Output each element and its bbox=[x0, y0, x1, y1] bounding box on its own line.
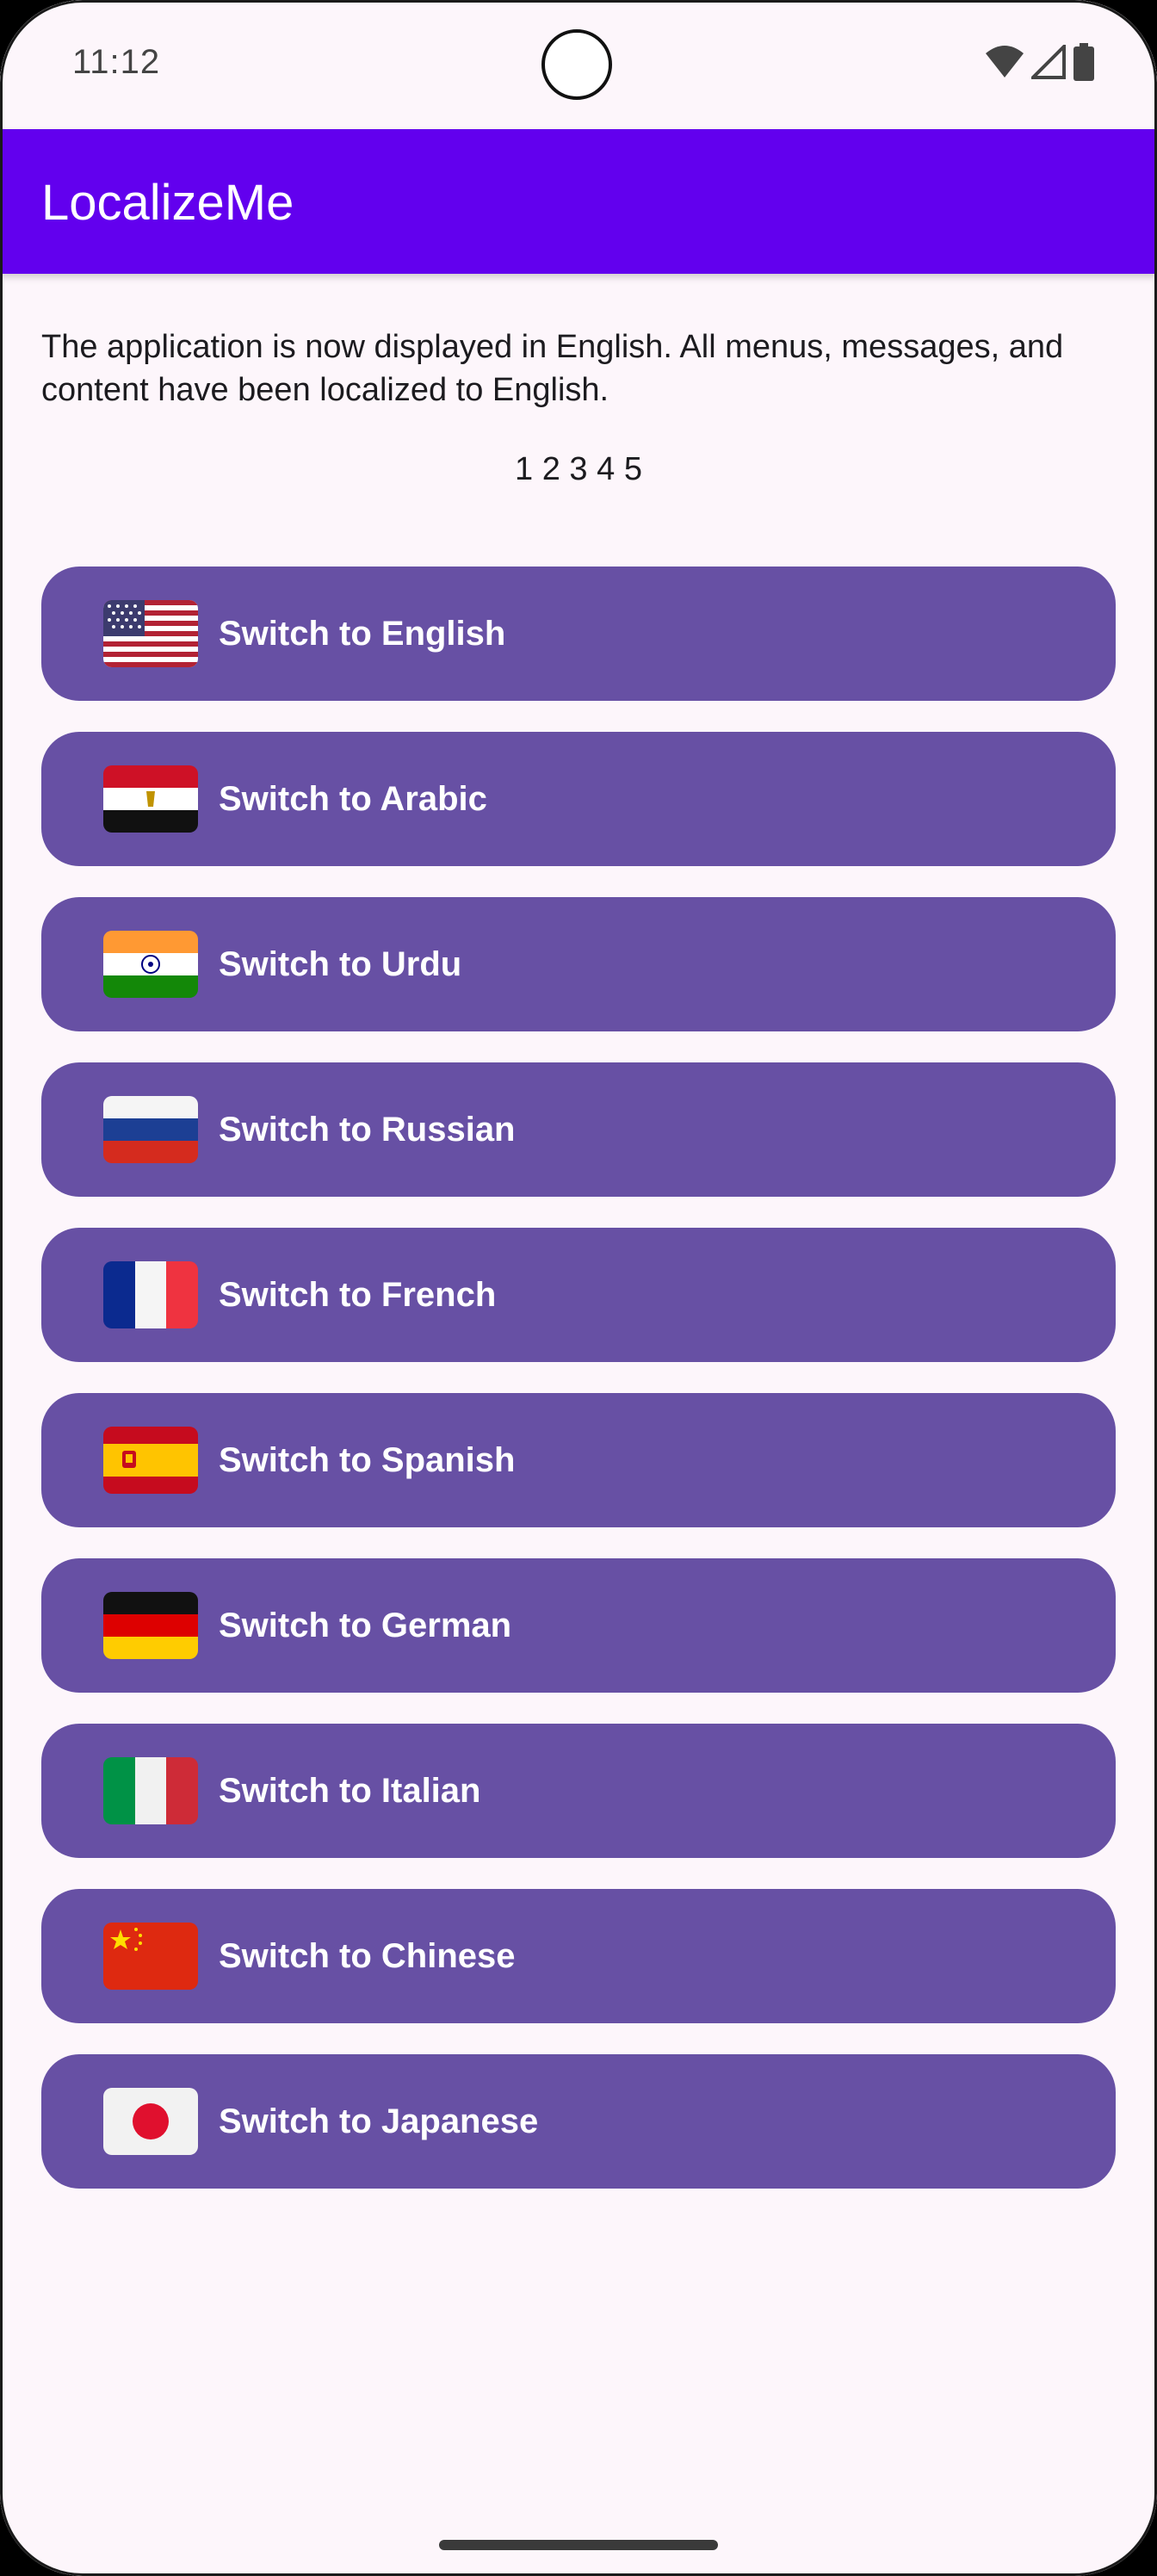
status-time: 11:12 bbox=[72, 43, 161, 81]
italian-button-label: Switch to Italian bbox=[219, 1771, 481, 1810]
chinese-button-label: Switch to Chinese bbox=[219, 1936, 516, 1975]
switch-to-german-button[interactable]: Switch to German bbox=[41, 1558, 1116, 1693]
flag-russia-icon bbox=[103, 1096, 198, 1163]
phone-screen: 11:12 LocalizeMe The application is now … bbox=[0, 0, 1157, 2576]
cell-signal-icon bbox=[1029, 41, 1066, 84]
counter-text: 1 2 3 4 5 bbox=[515, 451, 642, 487]
german-button-label: Switch to German bbox=[219, 1606, 512, 1644]
switch-to-chinese-button[interactable]: Switch to Chinese bbox=[41, 1889, 1116, 2023]
switch-to-urdu-button[interactable]: Switch to Urdu bbox=[41, 897, 1116, 1031]
flag-us-icon bbox=[103, 600, 198, 667]
status-icons bbox=[985, 41, 1095, 85]
switch-to-arabic-button[interactable]: Switch to Arabic bbox=[41, 732, 1116, 866]
battery-icon bbox=[1073, 42, 1095, 85]
flag-china-icon bbox=[103, 1923, 198, 1990]
switch-to-japanese-button[interactable]: Switch to Japanese bbox=[41, 2054, 1116, 2189]
switch-to-french-button[interactable]: Switch to French bbox=[41, 1228, 1116, 1362]
switch-to-spanish-button[interactable]: Switch to Spanish bbox=[41, 1393, 1116, 1527]
wifi-icon bbox=[985, 45, 1024, 84]
home-gesture-bar[interactable] bbox=[439, 2540, 718, 2550]
switch-to-english-button[interactable]: Switch to English bbox=[41, 567, 1116, 701]
flag-france-icon bbox=[103, 1261, 198, 1328]
french-button-label: Switch to French bbox=[219, 1275, 497, 1314]
flag-spain-icon bbox=[103, 1427, 198, 1494]
app-title: LocalizeMe bbox=[41, 175, 294, 231]
switch-to-italian-button[interactable]: Switch to Italian bbox=[41, 1724, 1116, 1858]
app-bar: LocalizeMe bbox=[0, 129, 1157, 274]
flag-italy-icon bbox=[103, 1757, 198, 1824]
english-button-label: Switch to English bbox=[219, 614, 506, 653]
status-bar: 11:12 bbox=[0, 0, 1157, 129]
flag-india-icon bbox=[103, 931, 198, 998]
russian-button-label: Switch to Russian bbox=[219, 1110, 516, 1149]
urdu-button-label: Switch to Urdu bbox=[219, 944, 462, 983]
arabic-button-label: Switch to Arabic bbox=[219, 779, 487, 818]
japanese-button-label: Switch to Japanese bbox=[219, 2102, 539, 2140]
switch-to-russian-button[interactable]: Switch to Russian bbox=[41, 1062, 1116, 1197]
front-camera-cutout bbox=[541, 29, 612, 100]
flag-egypt-icon bbox=[103, 765, 198, 833]
flag-japan-icon bbox=[103, 2088, 198, 2155]
flag-germany-icon bbox=[103, 1592, 198, 1659]
spanish-button-label: Switch to Spanish bbox=[219, 1440, 516, 1479]
language-button-list: Switch to English Switch to Arabic Switc… bbox=[41, 567, 1116, 2220]
localization-message: The application is now displayed in Engl… bbox=[41, 329, 1064, 408]
